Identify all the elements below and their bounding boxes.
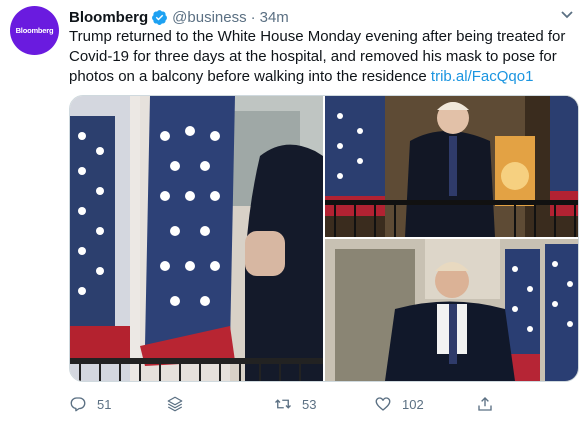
like-button[interactable]: 102 — [374, 392, 424, 416]
chevron-down-icon[interactable] — [560, 10, 574, 20]
stack-icon — [167, 396, 183, 412]
tweet-text: Trump returned to the White House Monday… — [69, 27, 579, 87]
photo-1-image — [70, 96, 323, 381]
stack-button[interactable] — [166, 392, 184, 416]
verified-badge-icon — [152, 9, 168, 25]
media-grid — [69, 95, 579, 382]
separator-dot: · — [250, 8, 256, 26]
account-handle[interactable]: @business — [172, 9, 246, 26]
reply-count: 51 — [97, 396, 112, 412]
photo-2-image — [325, 96, 578, 237]
tweet-header: Bloomberg @business · 34m — [69, 7, 289, 27]
avatar-logo-text: Bloomberg — [15, 26, 54, 35]
timestamp[interactable]: 34m — [260, 9, 289, 26]
tweet[interactable]: Bloomberg Bloomberg @business · 34m Trum… — [0, 0, 586, 421]
reply-icon — [70, 397, 86, 412]
photo-3[interactable] — [325, 239, 578, 381]
share-icon — [478, 397, 492, 411]
avatar[interactable]: Bloomberg — [10, 6, 59, 55]
retweet-count: 53 — [302, 396, 317, 412]
photo-3-image — [325, 239, 578, 381]
like-count: 102 — [402, 396, 424, 412]
photo-2[interactable] — [325, 96, 578, 237]
retweet-icon — [275, 399, 291, 409]
heart-icon — [375, 397, 391, 411]
retweet-button[interactable]: 53 — [274, 392, 316, 416]
share-button[interactable] — [476, 392, 494, 416]
reply-button[interactable]: 51 — [69, 392, 111, 416]
action-bar: 51 53 102 — [69, 392, 509, 416]
display-name[interactable]: Bloomberg — [69, 9, 148, 26]
photo-1[interactable] — [70, 96, 323, 381]
tweet-link[interactable]: trib.al/FacQqo1 — [431, 68, 534, 85]
